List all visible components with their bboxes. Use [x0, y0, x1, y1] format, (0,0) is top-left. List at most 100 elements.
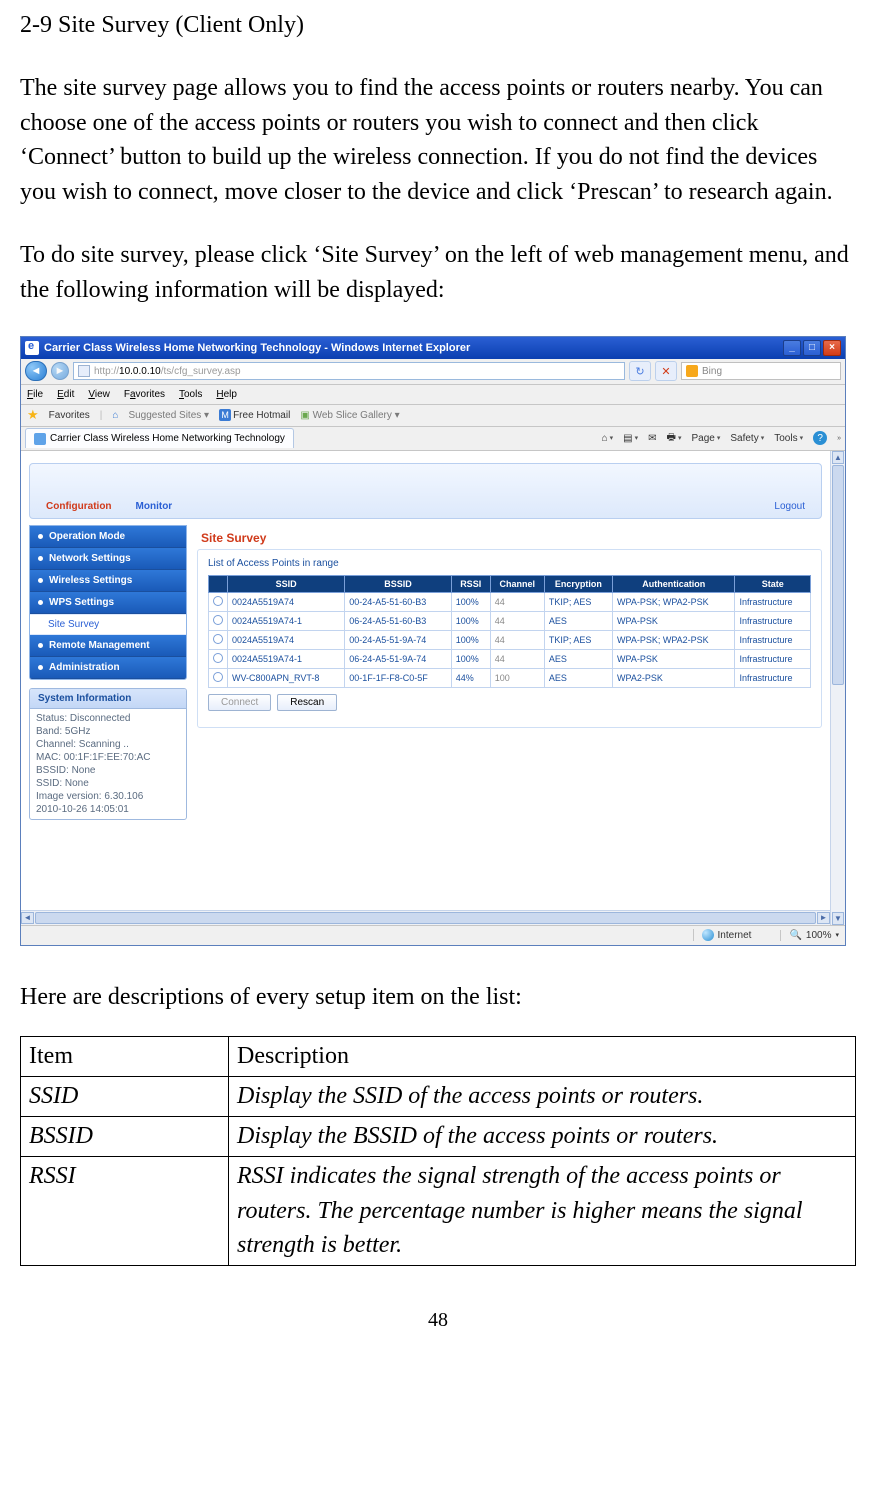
ap-state: Infrastructure — [735, 668, 811, 687]
ap-state: Infrastructure — [735, 630, 811, 649]
col-rssi: RSSI — [451, 575, 490, 592]
page-banner: Configuration Monitor Logout — [29, 463, 822, 519]
sysinfo-line: Channel: Scanning .. — [36, 739, 180, 750]
vertical-scrollbar[interactable]: ▲ ▼ — [830, 451, 845, 925]
mail-button[interactable]: ✉ — [648, 433, 656, 444]
back-button[interactable]: ◄ — [25, 361, 47, 381]
address-bar[interactable]: http://10.0.0.10/ts/cfg_survey.asp — [73, 362, 625, 380]
chevron-right-icon[interactable]: » — [837, 435, 841, 442]
ap-state: Infrastructure — [735, 611, 811, 630]
menu-edit[interactable]: Edit — [57, 389, 74, 400]
desc-row: BSSID Display the BSSID of the access po… — [21, 1116, 856, 1156]
sidebar-item-remote-management[interactable]: Remote Management — [30, 635, 186, 657]
menu-view[interactable]: View — [88, 389, 110, 400]
help-button[interactable]: ? — [813, 431, 827, 445]
home-nav-button[interactable]: ⌂▾ — [602, 433, 614, 444]
print-button[interactable]: 🖶▾ — [667, 430, 682, 447]
webslice-link[interactable]: ▣ Web Slice Gallery ▾ — [300, 410, 399, 421]
left-column: Operation Mode Network Settings Wireless… — [29, 525, 187, 820]
menu-help[interactable]: Help — [216, 389, 237, 400]
page-title: Site Survey — [197, 525, 822, 549]
status-bar: Internet 🔍 100% ▾ — [21, 925, 845, 945]
maximize-button[interactable]: □ — [803, 340, 821, 356]
panel-title: List of Access Points in range — [208, 558, 811, 569]
intro-paragraph-2: To do site survey, please click ‘Site Su… — [20, 238, 856, 308]
sysinfo-line: Image version: 6.30.106 — [36, 791, 180, 802]
ap-select-radio[interactable] — [213, 653, 223, 663]
scroll-up-arrow-icon[interactable]: ▲ — [832, 451, 844, 464]
menu-file[interactable]: File — [27, 389, 43, 400]
minimize-button[interactable]: _ — [783, 340, 801, 356]
suggested-sites-link[interactable]: Suggested Sites ▾ — [128, 410, 209, 421]
scroll-left-arrow-icon[interactable]: ◄ — [21, 912, 34, 924]
feeds-button[interactable]: ▤▾ — [623, 433, 638, 444]
menu-tools[interactable]: Tools — [179, 389, 202, 400]
ap-channel: 44 — [490, 649, 544, 668]
tools-menu[interactable]: Tools▾ — [774, 433, 803, 444]
menu-favorites[interactable]: Favorites — [124, 389, 165, 400]
refresh-button[interactable]: ↻ — [629, 361, 651, 381]
sidebar-item-site-survey[interactable]: Site Survey — [30, 614, 186, 635]
sidebar-item-wireless-settings[interactable]: Wireless Settings — [30, 570, 186, 592]
scroll-thumb-h[interactable] — [35, 912, 816, 924]
ap-select-radio[interactable] — [213, 596, 223, 606]
page-menu[interactable]: Page▾ — [691, 433, 720, 444]
scroll-thumb[interactable] — [832, 465, 844, 685]
ap-rssi: 100% — [451, 611, 490, 630]
ap-enc: AES — [544, 611, 612, 630]
intro-paragraph-1: The site survey page allows you to find … — [20, 71, 856, 210]
window-title: Carrier Class Wireless Home Networking T… — [44, 342, 783, 354]
favorites-star-icon[interactable]: ★ — [27, 407, 39, 423]
browser-window: Carrier Class Wireless Home Networking T… — [20, 336, 846, 946]
ap-row: 0024A5519A74-1 06-24-A5-51-9A-74 100% 44… — [209, 649, 811, 668]
forward-button[interactable]: ► — [51, 362, 69, 380]
ap-bssid: 06-24-A5-51-9A-74 — [345, 649, 451, 668]
desc-item: RSSI — [21, 1156, 229, 1265]
home-icon: ⌂ — [112, 410, 118, 421]
logout-link[interactable]: Logout — [774, 501, 805, 512]
tab-configuration[interactable]: Configuration — [46, 501, 112, 512]
system-info-body: Status: Disconnected Band: 5GHz Channel:… — [30, 709, 186, 819]
scroll-down-arrow-icon[interactable]: ▼ — [832, 912, 844, 925]
safety-menu[interactable]: Safety▾ — [730, 433, 764, 444]
sysinfo-line: SSID: None — [36, 778, 180, 789]
hotmail-link[interactable]: MFree Hotmail — [219, 409, 290, 421]
horizontal-scrollbar[interactable]: ◄ ► — [21, 910, 830, 925]
stop-button[interactable]: ✕ — [655, 361, 677, 381]
desc-row: SSID Display the SSID of the access poin… — [21, 1077, 856, 1117]
col-state: State — [735, 575, 811, 592]
zoom-icon: 🔍 — [789, 930, 801, 941]
bing-icon — [686, 365, 698, 377]
web-content: Configuration Monitor Logout Operation M… — [21, 451, 830, 910]
sidebar-item-operation-mode[interactable]: Operation Mode — [30, 526, 186, 548]
zoom-control[interactable]: 🔍 100% ▾ — [780, 930, 839, 941]
sidebar-item-wps-settings[interactable]: WPS Settings — [30, 592, 186, 614]
search-input[interactable]: Bing — [681, 362, 841, 380]
desc-row: RSSI RSSI indicates the signal strength … — [21, 1156, 856, 1265]
ap-select-radio[interactable] — [213, 672, 223, 682]
page-area: Configuration Monitor Logout Operation M… — [21, 451, 845, 925]
close-button[interactable]: × — [823, 340, 841, 356]
globe-icon — [702, 929, 714, 941]
rescan-button[interactable]: Rescan — [277, 694, 337, 711]
favorites-label[interactable]: Favorites — [49, 410, 90, 421]
banner-tabs: Configuration Monitor — [46, 501, 172, 512]
ap-ssid: 0024A5519A74 — [228, 630, 345, 649]
tab-monitor[interactable]: Monitor — [136, 501, 173, 512]
sidebar-item-administration[interactable]: Administration — [30, 657, 186, 679]
col-authentication: Authentication — [612, 575, 735, 592]
ap-panel: List of Access Points in range SSID BSSI… — [197, 549, 822, 728]
ap-select-radio[interactable] — [213, 615, 223, 625]
system-info-box: System Information Status: Disconnected … — [29, 688, 187, 820]
scroll-right-arrow-icon[interactable]: ► — [817, 912, 830, 924]
system-info-header: System Information — [30, 689, 186, 709]
col-channel: Channel — [490, 575, 544, 592]
col-ssid: SSID — [228, 575, 345, 592]
ap-channel: 44 — [490, 592, 544, 611]
ap-row: 0024A5519A74 00-24-A5-51-60-B3 100% 44 T… — [209, 592, 811, 611]
connect-button[interactable]: Connect — [208, 694, 271, 711]
ap-select-radio[interactable] — [213, 634, 223, 644]
ap-row: 0024A5519A74-1 06-24-A5-51-60-B3 100% 44… — [209, 611, 811, 630]
browser-tab[interactable]: Carrier Class Wireless Home Networking T… — [25, 428, 294, 448]
sidebar-item-network-settings[interactable]: Network Settings — [30, 548, 186, 570]
